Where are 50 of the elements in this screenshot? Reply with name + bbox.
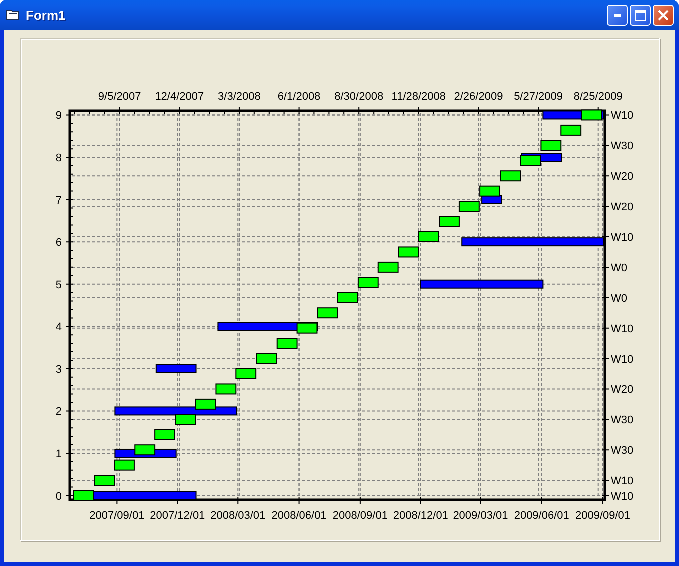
axis-label: W10: [611, 490, 634, 503]
axis-label: W10: [611, 354, 634, 366]
axis-label: W0: [611, 262, 628, 274]
axis-label: W30: [611, 414, 634, 427]
axis-label: 6: [56, 237, 62, 250]
axis-label: W30: [611, 140, 634, 153]
axis-label: 5/27/2009: [514, 91, 563, 103]
axis-label: W20: [611, 202, 634, 214]
axis-label: 4: [56, 322, 62, 334]
axis-label: 7: [56, 194, 62, 207]
axis-label: W30: [611, 445, 634, 458]
axis-label: W10: [611, 110, 634, 122]
axis-label: W10: [611, 476, 634, 488]
axis-label: 2009/06/01: [514, 510, 570, 522]
axis-label: 2008/12/01: [393, 510, 448, 522]
axis-label: 2008/03/01: [210, 510, 266, 522]
axis-label: 2009/03/01: [453, 510, 508, 522]
axis-label: 2009/09/01: [575, 510, 631, 522]
close-icon: [658, 10, 669, 20]
axis-label: 2008/09/01: [332, 510, 388, 522]
form-icon: [6, 9, 20, 21]
minimize-icon: [614, 14, 621, 16]
axis-label: 12/4/2007: [155, 91, 204, 103]
axis-label: 1: [56, 448, 62, 460]
axis-label: W20: [611, 384, 634, 396]
axis-label: 8: [56, 152, 62, 164]
axis-label: 9/5/2007: [98, 91, 142, 103]
axis-label: W10: [611, 323, 634, 336]
axis-label: 9: [56, 110, 62, 122]
axis-label: 2008/06/01: [272, 510, 327, 522]
axis-label: 8/25/2009: [574, 91, 623, 103]
minimize-button[interactable]: [607, 4, 628, 26]
axis-label: 3: [56, 364, 62, 376]
maximize-button[interactable]: [630, 4, 651, 26]
axis-label: W10: [611, 232, 634, 244]
axis-label: 2/26/2009: [454, 91, 504, 103]
axis-label: 2007/09/01: [90, 510, 145, 522]
close-button[interactable]: [653, 4, 674, 26]
axis-label: 8/30/2008: [334, 91, 384, 103]
axis-label: 0: [56, 490, 62, 503]
axis-label: W20: [611, 171, 634, 184]
axis-label: 2007/12/01: [150, 510, 206, 522]
maximize-icon: [635, 10, 646, 20]
axis-label: W0: [611, 292, 628, 305]
window-title: Form1: [26, 8, 67, 22]
axis-label: 2: [56, 406, 62, 418]
axis-label: 5: [56, 279, 62, 292]
axis-label: 6/1/2008: [278, 91, 321, 103]
axis-label: 11/28/2008: [392, 91, 446, 103]
axis-label: 3/3/2008: [218, 91, 261, 103]
